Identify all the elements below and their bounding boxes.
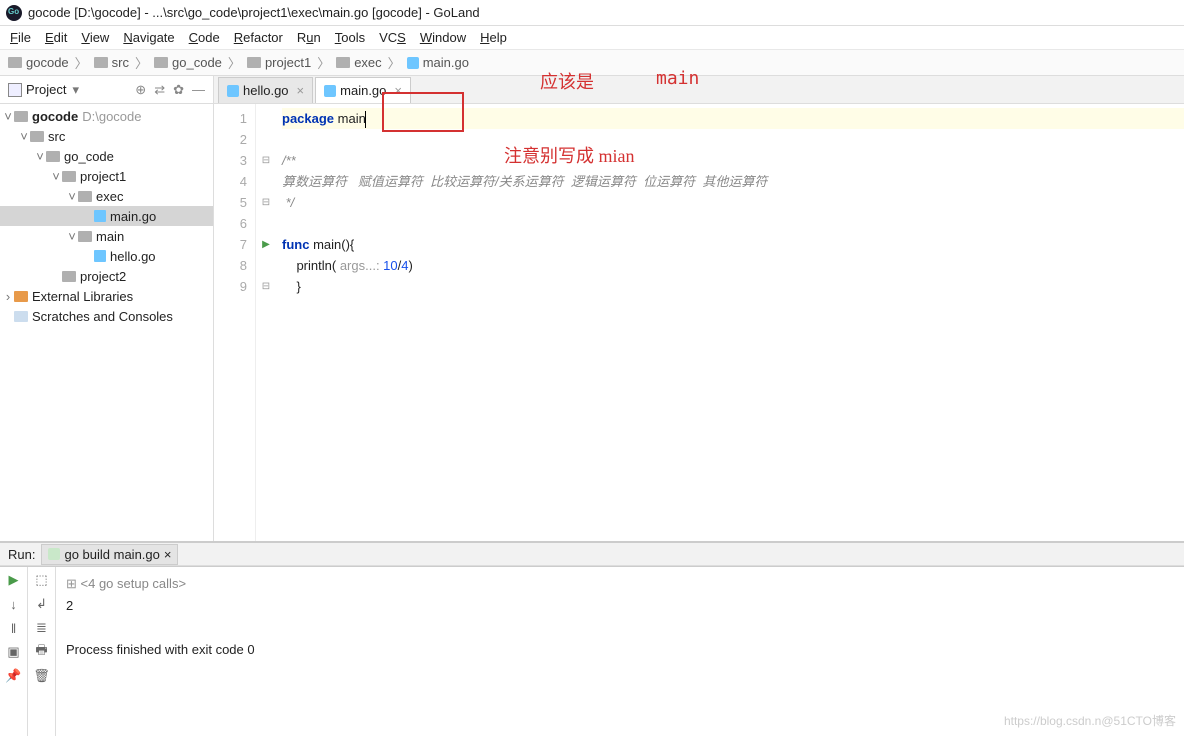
- close-icon[interactable]: ×: [164, 547, 172, 562]
- up-button[interactable]: ⬚: [33, 571, 51, 589]
- run-gutter-icon[interactable]: ▶: [256, 234, 276, 255]
- trash-button[interactable]: 🗑: [33, 667, 51, 685]
- run-panel-header: Run: go build main.go×: [0, 542, 1184, 566]
- folder-icon: [78, 191, 92, 202]
- run-toolbar-right: ⬚ ↲ ≣ 🖶 🗑: [28, 567, 56, 736]
- rerun-button[interactable]: ▶: [5, 571, 23, 589]
- editor-tabs: hello.go× main.go×: [214, 76, 1184, 104]
- crumb-main-go[interactable]: main.go: [407, 55, 469, 70]
- target-icon[interactable]: ⊕: [135, 82, 146, 98]
- folder-icon: [336, 57, 350, 68]
- code-editor[interactable]: 123456789 ⊟⊟▶⊟ package main /** 算数运算符 赋值…: [214, 104, 1184, 541]
- run-panel: ▶ ↓ ‖ ▣ 📌 ⬚ ↲ ≣ 🖶 🗑 ⊞ <4 go setup calls>…: [0, 566, 1184, 736]
- sidebar-title[interactable]: Project: [26, 82, 66, 97]
- tree-ext-lib[interactable]: ›External Libraries: [0, 286, 213, 306]
- run-toolbar-left: ▶ ↓ ‖ ▣ 📌: [0, 567, 28, 736]
- pause-button[interactable]: ‖: [5, 619, 23, 637]
- folder-icon: [8, 57, 22, 68]
- dump-button[interactable]: ▣: [5, 643, 23, 661]
- folder-icon: [154, 57, 168, 68]
- tree-main-dir[interactable]: ˅main: [0, 226, 213, 246]
- go-file-icon: [94, 250, 106, 262]
- go-file-icon: [227, 85, 239, 97]
- folder-icon: [78, 231, 92, 242]
- editor-area: hello.go× main.go× 123456789 ⊟⊟▶⊟ packag…: [214, 76, 1184, 541]
- crumb-exec[interactable]: exec: [336, 55, 381, 70]
- fold-column: ⊟⊟▶⊟: [256, 104, 276, 541]
- tab-main-go[interactable]: main.go×: [315, 77, 411, 103]
- menu-view[interactable]: View: [75, 28, 115, 47]
- tree-project1[interactable]: ˅project1: [0, 166, 213, 186]
- folder-icon: [46, 151, 60, 162]
- menu-file[interactable]: File: [4, 28, 37, 47]
- menu-run[interactable]: Run: [291, 28, 327, 47]
- menu-vcs[interactable]: VCS: [373, 28, 412, 47]
- breadcrumb: gocode〉 src〉 go_code〉 project1〉 exec〉 ma…: [0, 50, 1184, 76]
- menu-window[interactable]: Window: [414, 28, 472, 47]
- crumb-project1[interactable]: project1: [247, 55, 311, 70]
- expand-icon[interactable]: ⇄: [154, 82, 165, 98]
- hide-icon[interactable]: —: [192, 82, 205, 98]
- menu-bar: File Edit View Navigate Code Refactor Ru…: [0, 26, 1184, 50]
- app-icon: [6, 5, 22, 21]
- line-gutter: 123456789: [214, 104, 256, 541]
- tree-go-code[interactable]: ˅go_code: [0, 146, 213, 166]
- tab-hello-go[interactable]: hello.go×: [218, 77, 313, 103]
- run-label: Run:: [8, 547, 35, 562]
- close-icon[interactable]: ×: [297, 83, 305, 98]
- folder-icon: [94, 57, 108, 68]
- folder-icon: [62, 171, 76, 182]
- crumb-go-code[interactable]: go_code: [154, 55, 222, 70]
- tree-exec[interactable]: ˅exec: [0, 186, 213, 206]
- pin-button[interactable]: 📌: [5, 667, 23, 685]
- menu-navigate[interactable]: Navigate: [117, 28, 180, 47]
- menu-edit[interactable]: Edit: [39, 28, 73, 47]
- tree-main-go[interactable]: main.go: [0, 206, 213, 226]
- tree-hello-go[interactable]: hello.go: [0, 246, 213, 266]
- gear-icon[interactable]: ✿: [173, 82, 184, 98]
- menu-code[interactable]: Code: [183, 28, 226, 47]
- tree-scratches[interactable]: Scratches and Consoles: [0, 306, 213, 326]
- project-tree: ˅gocodeD:\gocode ˅src ˅go_code ˅project1…: [0, 104, 213, 541]
- menu-help[interactable]: Help: [474, 28, 513, 47]
- tree-src[interactable]: ˅src: [0, 126, 213, 146]
- folder-icon: [14, 111, 28, 122]
- stop-up-button[interactable]: ↓: [5, 595, 23, 613]
- console-output[interactable]: ⊞ <4 go setup calls> 2 Process finished …: [56, 567, 1184, 736]
- menu-tools[interactable]: Tools: [329, 28, 371, 47]
- window-title: gocode [D:\gocode] - ...\src\go_code\pro…: [28, 5, 480, 20]
- project-sidebar: Project ▾ ⊕ ⇄ ✿ — ˅gocodeD:\gocode ˅src …: [0, 76, 214, 541]
- tree-root[interactable]: ˅gocodeD:\gocode: [0, 106, 213, 126]
- go-file-icon: [94, 210, 106, 222]
- sidebar-header: Project ▾ ⊕ ⇄ ✿ —: [0, 76, 213, 104]
- scratches-icon: [14, 311, 28, 322]
- folder-icon: [30, 131, 44, 142]
- crumb-gocode[interactable]: gocode: [8, 55, 69, 70]
- go-file-icon: [407, 57, 419, 69]
- tree-project2[interactable]: project2: [0, 266, 213, 286]
- print-button[interactable]: 🖶: [33, 643, 51, 661]
- project-icon: [8, 83, 22, 97]
- run-config-icon: [48, 548, 60, 560]
- watermark: https://blog.csdn.n@51CTO博客: [1004, 710, 1176, 732]
- library-icon: [14, 291, 28, 302]
- close-icon[interactable]: ×: [394, 83, 402, 98]
- menu-refactor[interactable]: Refactor: [228, 28, 289, 47]
- soft-wrap-button[interactable]: ↲: [33, 595, 51, 613]
- chevron-down-icon[interactable]: ▾: [72, 82, 79, 98]
- folder-icon: [62, 271, 76, 282]
- title-bar: gocode [D:\gocode] - ...\src\go_code\pro…: [0, 0, 1184, 26]
- folder-icon: [247, 57, 261, 68]
- go-file-icon: [324, 85, 336, 97]
- scroll-end-button[interactable]: ≣: [33, 619, 51, 637]
- crumb-src[interactable]: src: [94, 55, 129, 70]
- run-config-tab[interactable]: go build main.go×: [41, 544, 178, 565]
